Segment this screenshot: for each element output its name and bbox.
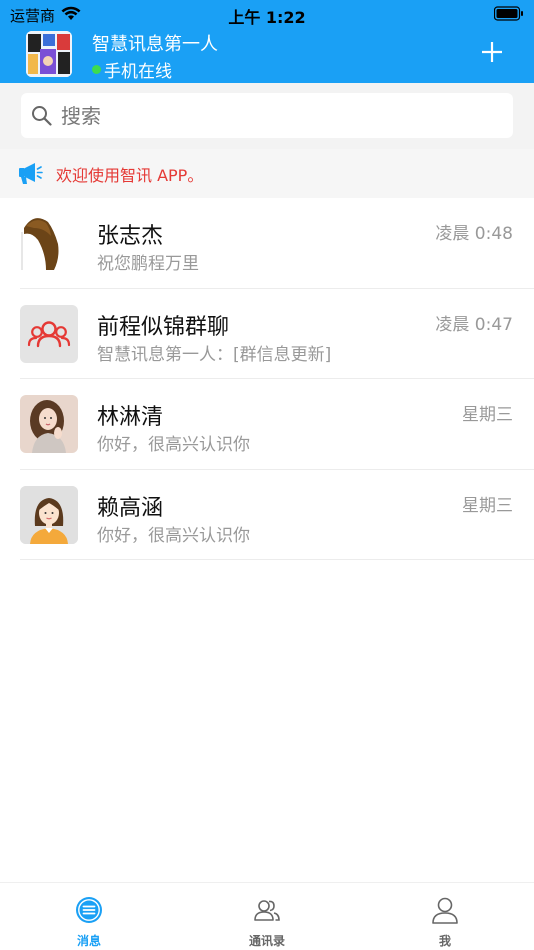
conversation-time: 凌晨 0:47 xyxy=(435,314,513,335)
tab-contacts[interactable]: 通讯录 xyxy=(178,883,356,950)
avatar xyxy=(20,304,78,363)
woman-cartoon-avatar xyxy=(20,485,78,544)
plus-icon[interactable] xyxy=(480,40,504,64)
conversation-time: 星期三 xyxy=(462,495,513,516)
profile-name: 智慧讯息第一人 xyxy=(92,34,218,55)
search-box[interactable] xyxy=(21,93,513,138)
conversation-list: 张志杰 祝您鹏程万里 凌晨 0:48 前程似锦群聊 智慧讯息第一人：[群信息更新… xyxy=(0,198,534,560)
online-dot-icon xyxy=(92,65,101,74)
avatar xyxy=(20,485,78,544)
tab-me[interactable]: 我 xyxy=(356,883,534,950)
conversation-item[interactable]: 前程似锦群聊 智慧讯息第一人：[群信息更新] 凌晨 0:47 xyxy=(0,289,534,380)
conversation-time: 凌晨 0:48 xyxy=(435,224,513,244)
conversation-name: 张志杰 xyxy=(97,224,164,249)
profile-avatar[interactable] xyxy=(26,31,72,77)
tab-bar: 消息 通讯录 我 xyxy=(0,882,534,950)
conversation-preview: 祝您鹏程万里 xyxy=(97,254,199,274)
app-root: 运营商 上午 1:22 智慧讯息第一人 手机在线 搜索 欢迎使用智讯 APP。 … xyxy=(0,0,534,950)
conversation-item[interactable]: 林淋清 你好，很高兴认识你 星期三 xyxy=(0,379,534,470)
notice-bar[interactable]: 欢迎使用智讯 APP。 xyxy=(0,149,534,198)
conversation-name: 林淋清 xyxy=(97,405,164,430)
status-bar: 运营商 上午 1:22 xyxy=(0,0,534,28)
clock: 上午 1:22 xyxy=(228,8,306,27)
battery-icon xyxy=(494,6,523,21)
profile-avatar-image xyxy=(26,31,72,77)
tab-label: 通讯录 xyxy=(248,934,285,948)
message-icon xyxy=(76,897,102,923)
conversation-time: 星期三 xyxy=(462,405,513,425)
conversation-preview: 智慧讯息第一人：[群信息更新] xyxy=(97,344,332,365)
online-status-label: 手机在线 xyxy=(104,62,172,82)
avatar xyxy=(20,214,78,272)
user-icon xyxy=(432,897,458,924)
tab-messages[interactable]: 消息 xyxy=(0,883,178,950)
conversation-preview: 你好，很高兴认识你 xyxy=(97,435,250,455)
search-input[interactable] xyxy=(61,93,501,138)
search-area xyxy=(0,83,534,149)
avatar xyxy=(20,395,78,453)
woman-photo-avatar xyxy=(20,395,78,453)
tab-label: 我 xyxy=(438,934,451,948)
hair-photo-avatar xyxy=(20,214,78,272)
megaphone-icon xyxy=(19,163,43,184)
conversation-item[interactable]: 张志杰 祝您鹏程万里 凌晨 0:48 xyxy=(0,198,534,289)
online-status: 手机在线 xyxy=(92,57,172,82)
notice-text: 欢迎使用智讯 APP。 xyxy=(56,166,204,185)
tab-label: 消息 xyxy=(76,934,101,948)
contacts-icon xyxy=(254,900,280,921)
header: 运营商 上午 1:22 智慧讯息第一人 手机在线 xyxy=(0,0,534,83)
group-icon xyxy=(27,320,71,347)
conversation-name: 赖高涵 xyxy=(97,495,164,521)
search-icon xyxy=(32,106,52,126)
conversation-preview: 你好，很高兴认识你 xyxy=(97,525,250,546)
conversation-item[interactable]: 赖高涵 你好，很高兴认识你 星期三 xyxy=(0,470,534,561)
conversation-name: 前程似锦群聊 xyxy=(97,314,230,340)
